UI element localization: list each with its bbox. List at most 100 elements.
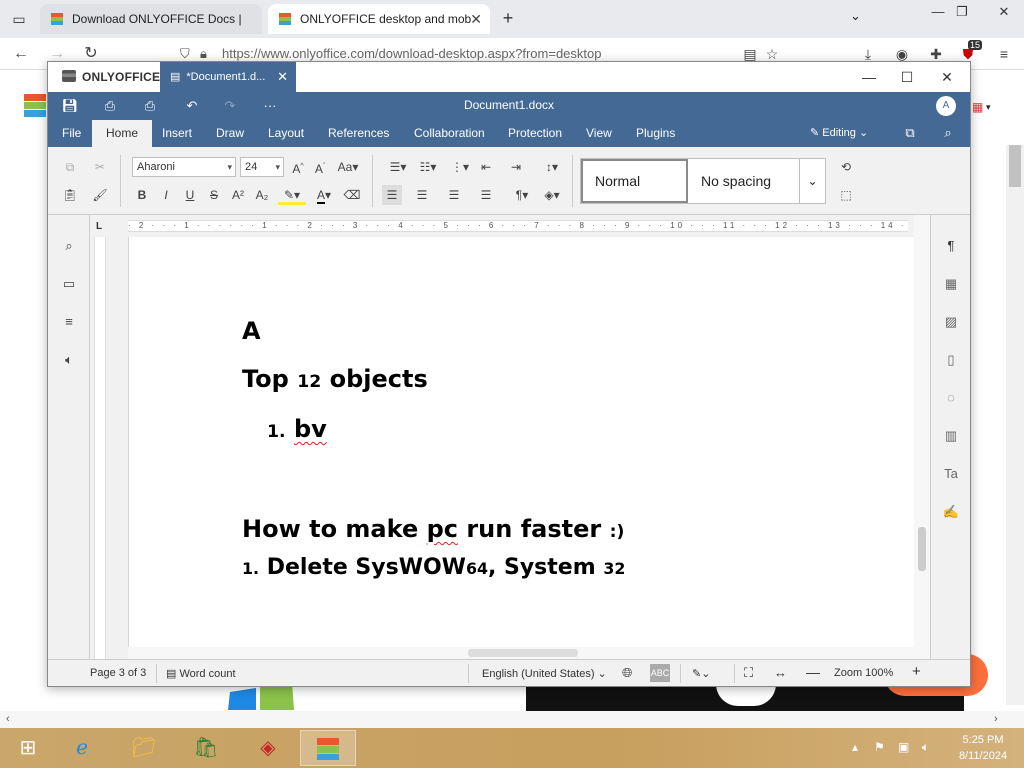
align-left-icon[interactable]: ☰: [382, 185, 402, 205]
tab-home[interactable]: Home: [92, 120, 153, 147]
align-center-icon[interactable]: ☰: [412, 185, 432, 205]
search-icon[interactable]: ⌕: [60, 237, 78, 255]
zoom-level[interactable]: Zoom 100%: [834, 667, 893, 679]
chevron-down-icon[interactable]: ▾: [986, 102, 991, 113]
vertical-ruler[interactable]: [90, 237, 128, 659]
cut-icon[interactable]: ✂: [90, 157, 110, 177]
tray-expand-icon[interactable]: ▴: [852, 740, 858, 754]
close-tab-icon[interactable]: ✕: [470, 4, 482, 34]
align-right-icon[interactable]: ☰: [444, 185, 464, 205]
maximize-icon[interactable]: ☐: [894, 66, 920, 88]
chevron-down-icon[interactable]: ⌄: [850, 8, 861, 24]
decrease-font-icon[interactable]: Aˇ: [310, 157, 330, 177]
font-name-select[interactable]: Aharoni ▾: [132, 157, 236, 177]
bold-icon[interactable]: B: [132, 185, 152, 205]
close-icon[interactable]: ✕: [934, 66, 960, 88]
new-tab-button[interactable]: +: [496, 6, 520, 30]
word-count-button[interactable]: ▤ Word count: [166, 667, 236, 680]
editing-mode-dropdown[interactable]: ✎ Editing ⌄: [810, 126, 868, 139]
language-select[interactable]: English (United States) ⌄: [482, 667, 607, 680]
page-scrollbar[interactable]: [1006, 145, 1024, 705]
header-footer-icon[interactable]: ▯: [942, 351, 960, 369]
chevron-down-icon[interactable]: ⌄: [799, 159, 825, 203]
increase-font-icon[interactable]: A^: [288, 157, 308, 177]
tab-file[interactable]: File: [54, 120, 89, 147]
multilevel-list-icon[interactable]: ⋮▾: [446, 157, 474, 177]
volume-icon[interactable]: 🔈︎: [922, 740, 929, 755]
zoom-out-icon[interactable]: —: [806, 664, 820, 680]
vertical-scrollbar[interactable]: [914, 215, 930, 659]
signature-icon[interactable]: ✍: [942, 503, 960, 521]
tab-collaboration[interactable]: Collaboration: [406, 120, 493, 147]
horizontal-scrollbar[interactable]: [128, 647, 914, 659]
paragraph-settings-icon[interactable]: ¶: [942, 237, 960, 255]
line-spacing-icon[interactable]: ↕▾: [538, 157, 566, 177]
bullets-icon[interactable]: ☰▾: [384, 157, 412, 177]
network-icon[interactable]: ▣: [898, 740, 909, 754]
chart-settings-icon[interactable]: ▥: [942, 427, 960, 445]
tab-actions-icon[interactable]: ▭: [8, 8, 30, 30]
tab-insert[interactable]: Insert: [154, 120, 200, 147]
horizontal-scrollbar[interactable]: ‹ ›: [0, 711, 1024, 728]
scroll-right-icon[interactable]: ›: [994, 713, 998, 725]
fit-width-icon[interactable]: ↔: [774, 665, 787, 680]
page-indicator[interactable]: Page 3 of 3: [90, 667, 146, 679]
search-icon[interactable]: ⌕: [938, 124, 958, 142]
internet-explorer-icon[interactable]: ℯ: [54, 730, 110, 766]
browser-tab-download[interactable]: Download ONLYOFFICE Docs |: [40, 4, 262, 34]
tab-references[interactable]: References: [320, 120, 397, 147]
tab-protection[interactable]: Protection: [500, 120, 570, 147]
document-page[interactable]: A Top 12 objects 1. bv How to make pc ru…: [128, 237, 914, 647]
restore-icon[interactable]: ❐: [948, 2, 976, 22]
onlyoffice-site-logo-icon[interactable]: [22, 92, 48, 118]
superscript-icon[interactable]: A²: [228, 185, 248, 205]
tab-layout[interactable]: Layout: [260, 120, 312, 147]
site-menu-icon[interactable]: ▦: [972, 100, 986, 114]
increase-indent-icon[interactable]: ⇥: [506, 157, 526, 177]
change-case-icon[interactable]: Aa▾: [334, 157, 362, 177]
text-art-icon[interactable]: Ta: [942, 465, 960, 483]
highlight-color-icon[interactable]: ✎▾: [278, 185, 306, 205]
zoom-in-icon[interactable]: +: [912, 663, 921, 680]
justify-icon[interactable]: ☰: [476, 185, 496, 205]
table-settings-icon[interactable]: ▦: [942, 275, 960, 293]
menu-icon[interactable]: ≡: [994, 44, 1014, 64]
image-settings-icon[interactable]: ▨: [942, 313, 960, 331]
numbering-icon[interactable]: ☷▾: [414, 157, 442, 177]
document-canvas[interactable]: A Top 12 objects 1. bv How to make pc ru…: [128, 237, 914, 647]
flag-icon[interactable]: ⚑: [874, 740, 885, 754]
spellcheck-icon[interactable]: ABC: [650, 664, 670, 682]
tab-stop-selector[interactable]: L: [96, 221, 102, 232]
copy-icon[interactable]: ⧉: [60, 157, 80, 177]
globe-icon[interactable]: 🌐︎: [622, 665, 632, 681]
fit-page-icon[interactable]: ⛶: [744, 665, 753, 681]
track-changes-icon[interactable]: ✎⌄: [692, 667, 710, 680]
subscript-icon[interactable]: A₂: [252, 185, 272, 205]
decrease-indent-icon[interactable]: ⇤: [476, 157, 496, 177]
speaker-icon[interactable]: 🔈︎: [60, 351, 78, 369]
horizontal-ruler[interactable]: · 2 · · · 1 · · · · · · 1 · · · 2 · · · …: [90, 215, 930, 237]
shape-settings-icon[interactable]: ◌: [942, 389, 960, 407]
close-document-icon[interactable]: ✕: [277, 62, 288, 92]
font-color-icon[interactable]: A▾: [310, 185, 338, 205]
navigation-icon[interactable]: ≡: [60, 313, 78, 331]
scroll-left-icon[interactable]: ‹: [6, 713, 10, 725]
minimize-icon[interactable]: —: [856, 66, 882, 88]
tab-plugins[interactable]: Plugins: [628, 120, 683, 147]
start-button[interactable]: ⊞: [0, 730, 56, 766]
clear-style-icon[interactable]: ⌫: [342, 185, 362, 205]
underline-icon[interactable]: U: [180, 185, 200, 205]
paragraph-marks-icon[interactable]: ¶▾: [508, 185, 536, 205]
tab-draw[interactable]: Draw: [208, 120, 252, 147]
close-icon[interactable]: ✕: [990, 2, 1018, 22]
back-icon[interactable]: ←: [10, 44, 32, 64]
paste-icon[interactable]: 📋︎: [60, 185, 80, 205]
strikethrough-icon[interactable]: S: [204, 185, 224, 205]
select-all-icon[interactable]: ⬚: [836, 185, 856, 205]
clock[interactable]: 5:25 PM 8/11/2024: [950, 732, 1016, 764]
open-file-location-icon[interactable]: ⧉: [900, 124, 920, 142]
document-tab[interactable]: ▤ *Document1.d... ✕: [160, 62, 296, 92]
tab-view[interactable]: View: [578, 120, 620, 147]
file-explorer-icon[interactable]: 📁︎: [116, 730, 172, 766]
style-normal[interactable]: Normal: [581, 159, 688, 203]
